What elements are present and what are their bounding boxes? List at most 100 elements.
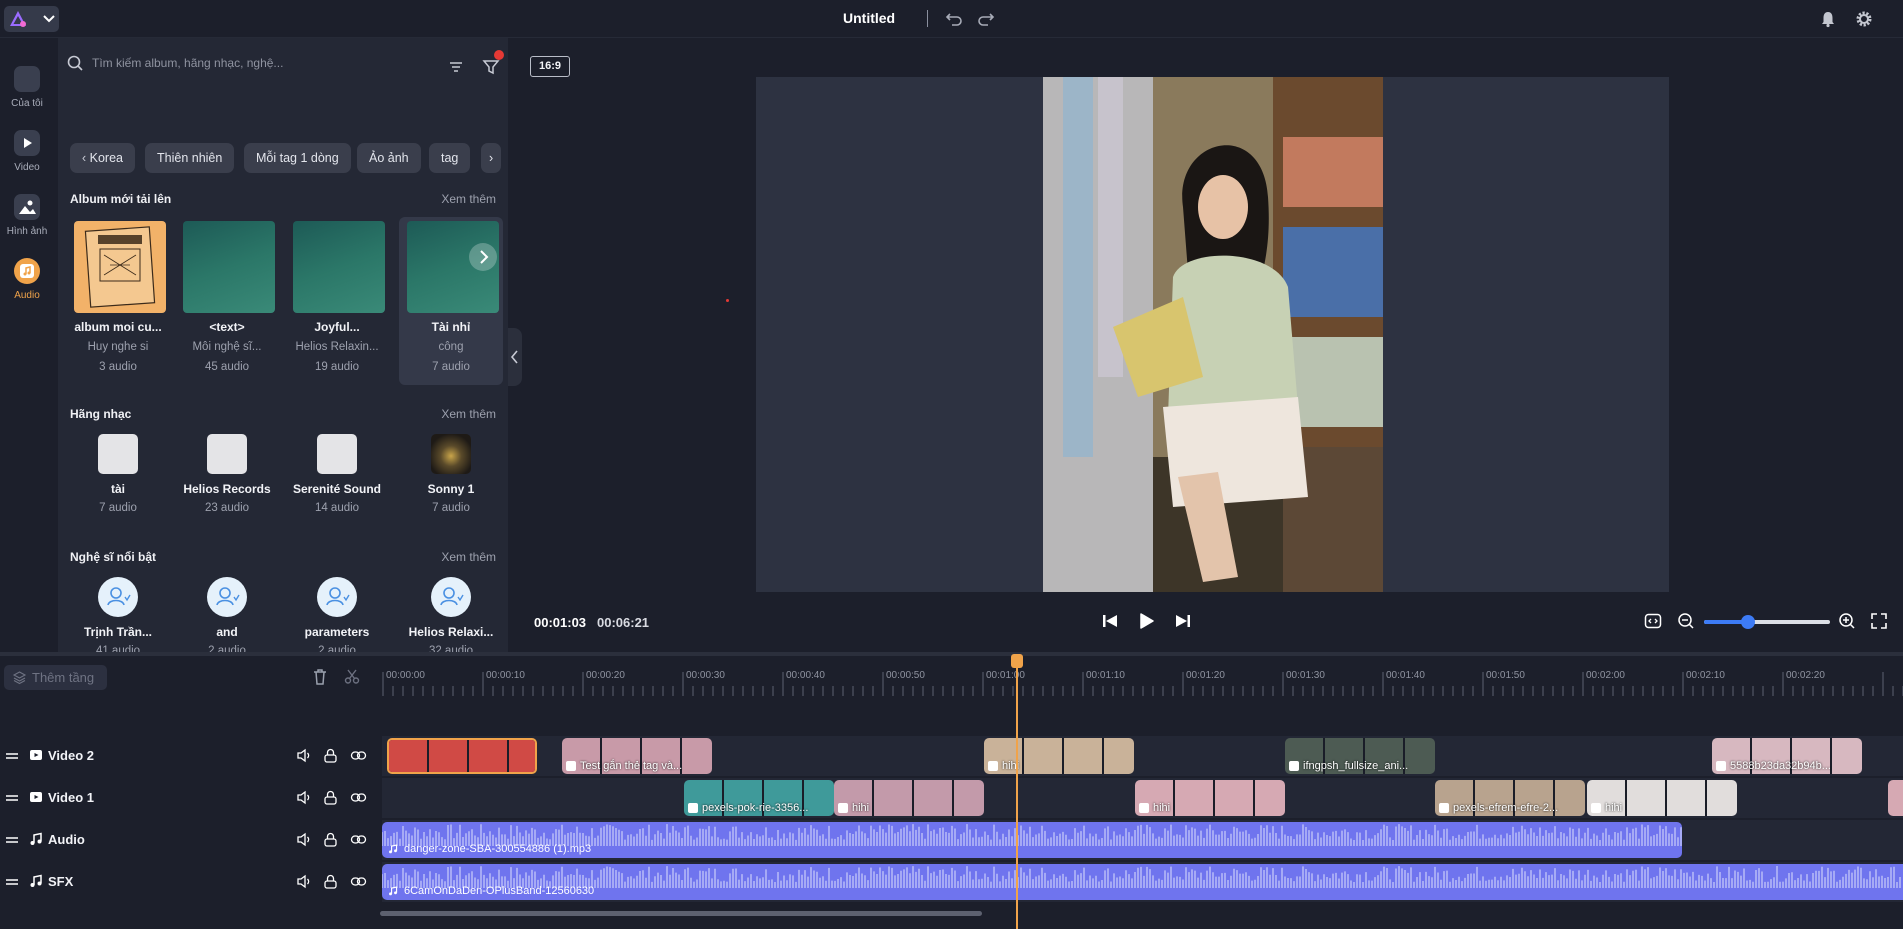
rail-item-image[interactable]: Hình ảnh xyxy=(0,186,54,246)
fullscreen-icon[interactable] xyxy=(1869,611,1889,631)
time-ruler[interactable]: 00:00:00 00:00:10 00:00:20 00:00:30 00:00:40… xyxy=(380,664,1903,696)
tag-chip-nature[interactable]: Thiên nhiên xyxy=(145,143,235,173)
play-icon[interactable] xyxy=(1136,611,1156,631)
timeline-clip[interactable] xyxy=(387,738,537,774)
gear-icon[interactable] xyxy=(1855,10,1873,28)
rail-item-video[interactable]: Video xyxy=(0,122,54,182)
timeline-clip[interactable]: hihi xyxy=(834,780,984,816)
track-lane-sfx[interactable]: 6CamOnDaDen-OPlusBand-12560630 xyxy=(382,862,1903,902)
app-menu-button[interactable] xyxy=(4,6,59,32)
timeline-scrollbar[interactable] xyxy=(380,911,982,916)
trash-icon[interactable] xyxy=(312,668,328,686)
lock-icon[interactable] xyxy=(322,831,339,848)
timeline-clip[interactable]: pexels-efrem-efre-2... xyxy=(1435,780,1585,816)
waveform xyxy=(382,866,1901,888)
zoom-slider-handle[interactable] xyxy=(1741,615,1756,629)
volume-icon[interactable] xyxy=(296,789,313,806)
track-lane-video-1[interactable]: pexels-pok-rie-3356... hihi hihi pexels-… xyxy=(382,778,1903,818)
volume-icon[interactable] xyxy=(296,831,313,848)
ruler-tick-label: 00:01:10 xyxy=(1086,670,1125,681)
undo-icon[interactable] xyxy=(945,10,963,28)
scissors-icon[interactable] xyxy=(344,668,361,685)
total-time: 00:06:21 xyxy=(597,615,650,630)
rail-item-mine[interactable]: Của tôi xyxy=(0,58,54,118)
volume-icon[interactable] xyxy=(296,873,313,890)
labels-see-more-link[interactable]: Xem thêm xyxy=(441,407,496,421)
albums-next-button[interactable] xyxy=(469,243,497,271)
chips-next-button[interactable]: › xyxy=(481,143,502,173)
filter-icon[interactable] xyxy=(482,58,500,76)
drag-handle-icon[interactable] xyxy=(5,877,19,887)
track-lane-video-2[interactable]: Test gắn thẻ tag và... hihi ifngpsh_full… xyxy=(382,736,1903,776)
clip-label: hihi xyxy=(1605,802,1623,814)
album-count: 7 audio xyxy=(432,361,470,373)
album-card[interactable]: Tài nhỉ công 7 audio xyxy=(399,217,503,385)
album-card[interactable]: Joyful... Helios Relaxin... 19 audio xyxy=(285,217,389,385)
link-icon[interactable] xyxy=(350,831,367,848)
tag-chip-one-per-line[interactable]: Mỗi tag 1 dòng xyxy=(244,143,351,173)
lock-icon[interactable] xyxy=(322,789,339,806)
clip-label: 5588b23da32b94b... xyxy=(1730,760,1831,772)
link-icon[interactable] xyxy=(350,747,367,764)
tag-chip-tag[interactable]: tag xyxy=(429,143,471,173)
drag-handle-icon[interactable] xyxy=(5,835,19,845)
drag-handle-icon[interactable] xyxy=(5,793,19,803)
zoom-out-icon[interactable] xyxy=(1676,611,1696,631)
artist-name: and xyxy=(216,625,238,639)
chip-label: Ảo ảnh xyxy=(369,151,409,165)
music-note-icon xyxy=(30,874,42,887)
volume-icon[interactable] xyxy=(296,747,313,764)
playhead[interactable] xyxy=(1016,655,1018,929)
album-name: <text> xyxy=(209,320,245,334)
rail-item-audio[interactable]: Audio xyxy=(0,250,54,310)
audio-clip[interactable]: danger-zone-SBA-300554886 (1).mp3 xyxy=(382,822,1682,858)
timeline-clip[interactable]: 5588b23da32b94b... xyxy=(1712,738,1862,774)
album-card[interactable]: album moi cu... Huy nghe si 3 audio xyxy=(66,217,170,385)
timeline-clip[interactable] xyxy=(1888,780,1903,816)
album-card[interactable]: <text> Môi nghệ sĩ... 45 audio xyxy=(175,217,279,385)
timeline-clip[interactable]: pexels-pok-rie-3356... xyxy=(684,780,834,816)
aspect-ratio-button[interactable]: 16:9 xyxy=(530,56,570,77)
label-card[interactable]: tài 7 audio xyxy=(66,432,170,522)
sort-icon[interactable] xyxy=(447,58,465,76)
label-card[interactable]: Helios Records 23 audio xyxy=(175,432,279,522)
timeline-clip[interactable]: hihi xyxy=(1587,780,1737,816)
track-name: SFX xyxy=(48,874,74,889)
rail-label: Của tôi xyxy=(11,98,43,109)
album-name: Joyful... xyxy=(314,320,360,334)
project-title[interactable]: Untitled xyxy=(843,10,895,26)
video-icon xyxy=(14,130,40,156)
fit-screen-icon[interactable] xyxy=(1643,611,1663,631)
skip-forward-icon[interactable] xyxy=(1173,611,1193,631)
label-card[interactable]: Serenité Sound 14 audio xyxy=(285,432,389,522)
chip-label: Thiên nhiên xyxy=(157,151,223,165)
playhead-handle[interactable] xyxy=(1011,654,1023,668)
skip-back-icon[interactable] xyxy=(1100,611,1120,631)
lock-icon[interactable] xyxy=(322,747,339,764)
zoom-slider[interactable] xyxy=(1704,615,1830,629)
bell-icon[interactable] xyxy=(1819,10,1837,28)
link-icon[interactable] xyxy=(350,873,367,890)
search-input[interactable] xyxy=(92,52,432,74)
label-card[interactable]: Sonny 1 7 audio xyxy=(399,432,503,522)
redo-icon[interactable] xyxy=(977,10,995,28)
artists-see-more-link[interactable]: Xem thêm xyxy=(441,550,496,564)
timeline-clip[interactable]: hihi xyxy=(1135,780,1285,816)
audio-clip[interactable]: 6CamOnDaDen-OPlusBand-12560630 xyxy=(382,864,1903,900)
current-time: 00:01:03 xyxy=(534,615,587,630)
track-lane-audio[interactable]: danger-zone-SBA-300554886 (1).mp3 xyxy=(382,820,1903,860)
chip-label: tag xyxy=(441,151,459,165)
chip-label: Mỗi tag 1 dòng xyxy=(256,151,339,165)
link-icon[interactable] xyxy=(350,789,367,806)
add-layer-button[interactable]: Thêm tầng xyxy=(4,665,107,690)
timeline-clip[interactable]: ifngpsh_fullsize_ani... xyxy=(1285,738,1435,774)
albums-see-more-link[interactable]: Xem thêm xyxy=(441,192,496,206)
tag-chip-illusion[interactable]: Ảo ảnh xyxy=(357,143,421,173)
lock-icon[interactable] xyxy=(322,873,339,890)
timeline-clip[interactable]: Test gắn thẻ tag và... xyxy=(562,738,712,774)
drag-handle-icon[interactable] xyxy=(5,751,19,761)
timeline-clip[interactable]: hihi xyxy=(984,738,1134,774)
zoom-in-icon[interactable] xyxy=(1837,611,1857,631)
tag-chip-korea[interactable]: ‹ Korea xyxy=(70,143,135,173)
collapse-panel-button[interactable] xyxy=(508,328,522,386)
